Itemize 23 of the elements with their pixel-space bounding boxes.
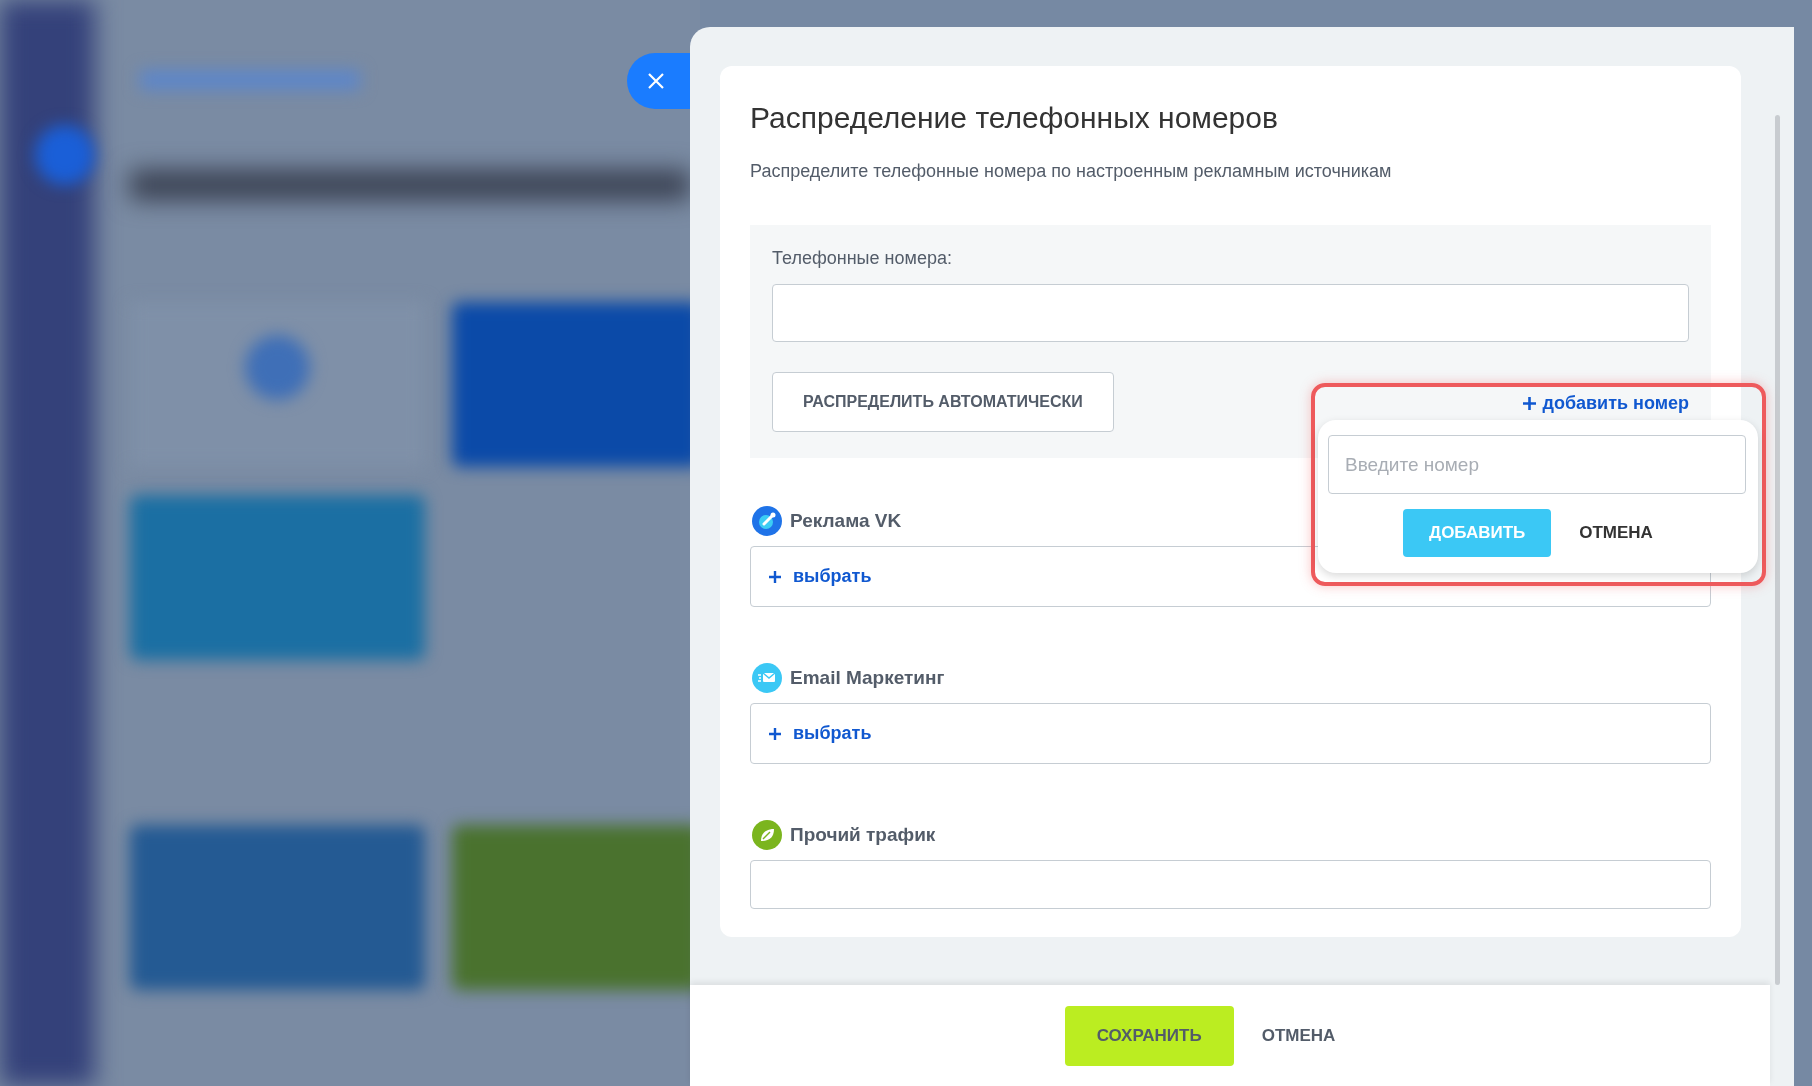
leaf-icon [752, 820, 782, 850]
panel-title: Распределение телефонных номеров [750, 100, 1279, 136]
plus-icon [769, 727, 781, 740]
plus-icon [769, 570, 781, 583]
cancel-button[interactable]: ОТМЕНА [1577, 520, 1655, 546]
cancel-button[interactable]: ОТМЕНА [1261, 1022, 1336, 1049]
source-title: Реклама VK [790, 508, 902, 533]
source-title: Email Маркетинг [790, 665, 945, 690]
select-link[interactable]: выбрать [769, 563, 872, 590]
plus-icon [1523, 396, 1537, 410]
auto-distribute-button[interactable]: РАСПРЕДЕЛИТЬ АВТОМАТИЧЕСКИ [772, 372, 1114, 432]
add-number-link[interactable]: добавить номер [1523, 389, 1689, 417]
save-button[interactable]: СОХРАНИТЬ [1064, 1005, 1234, 1066]
rocket-icon [752, 506, 782, 536]
envelope-icon [752, 663, 782, 693]
source-title: Прочий трафик [790, 822, 936, 847]
close-button[interactable] [627, 53, 690, 109]
number-input-field[interactable]: Введите номер [1328, 435, 1746, 494]
field-label: Телефонные номера: [772, 247, 953, 270]
phones-input-field[interactable] [772, 284, 1689, 342]
close-icon [647, 72, 665, 90]
panel-subtitle: Распределите телефонные номера по настроенным рекламным источникам [750, 160, 1393, 183]
select-link[interactable]: выбрать [769, 720, 872, 747]
